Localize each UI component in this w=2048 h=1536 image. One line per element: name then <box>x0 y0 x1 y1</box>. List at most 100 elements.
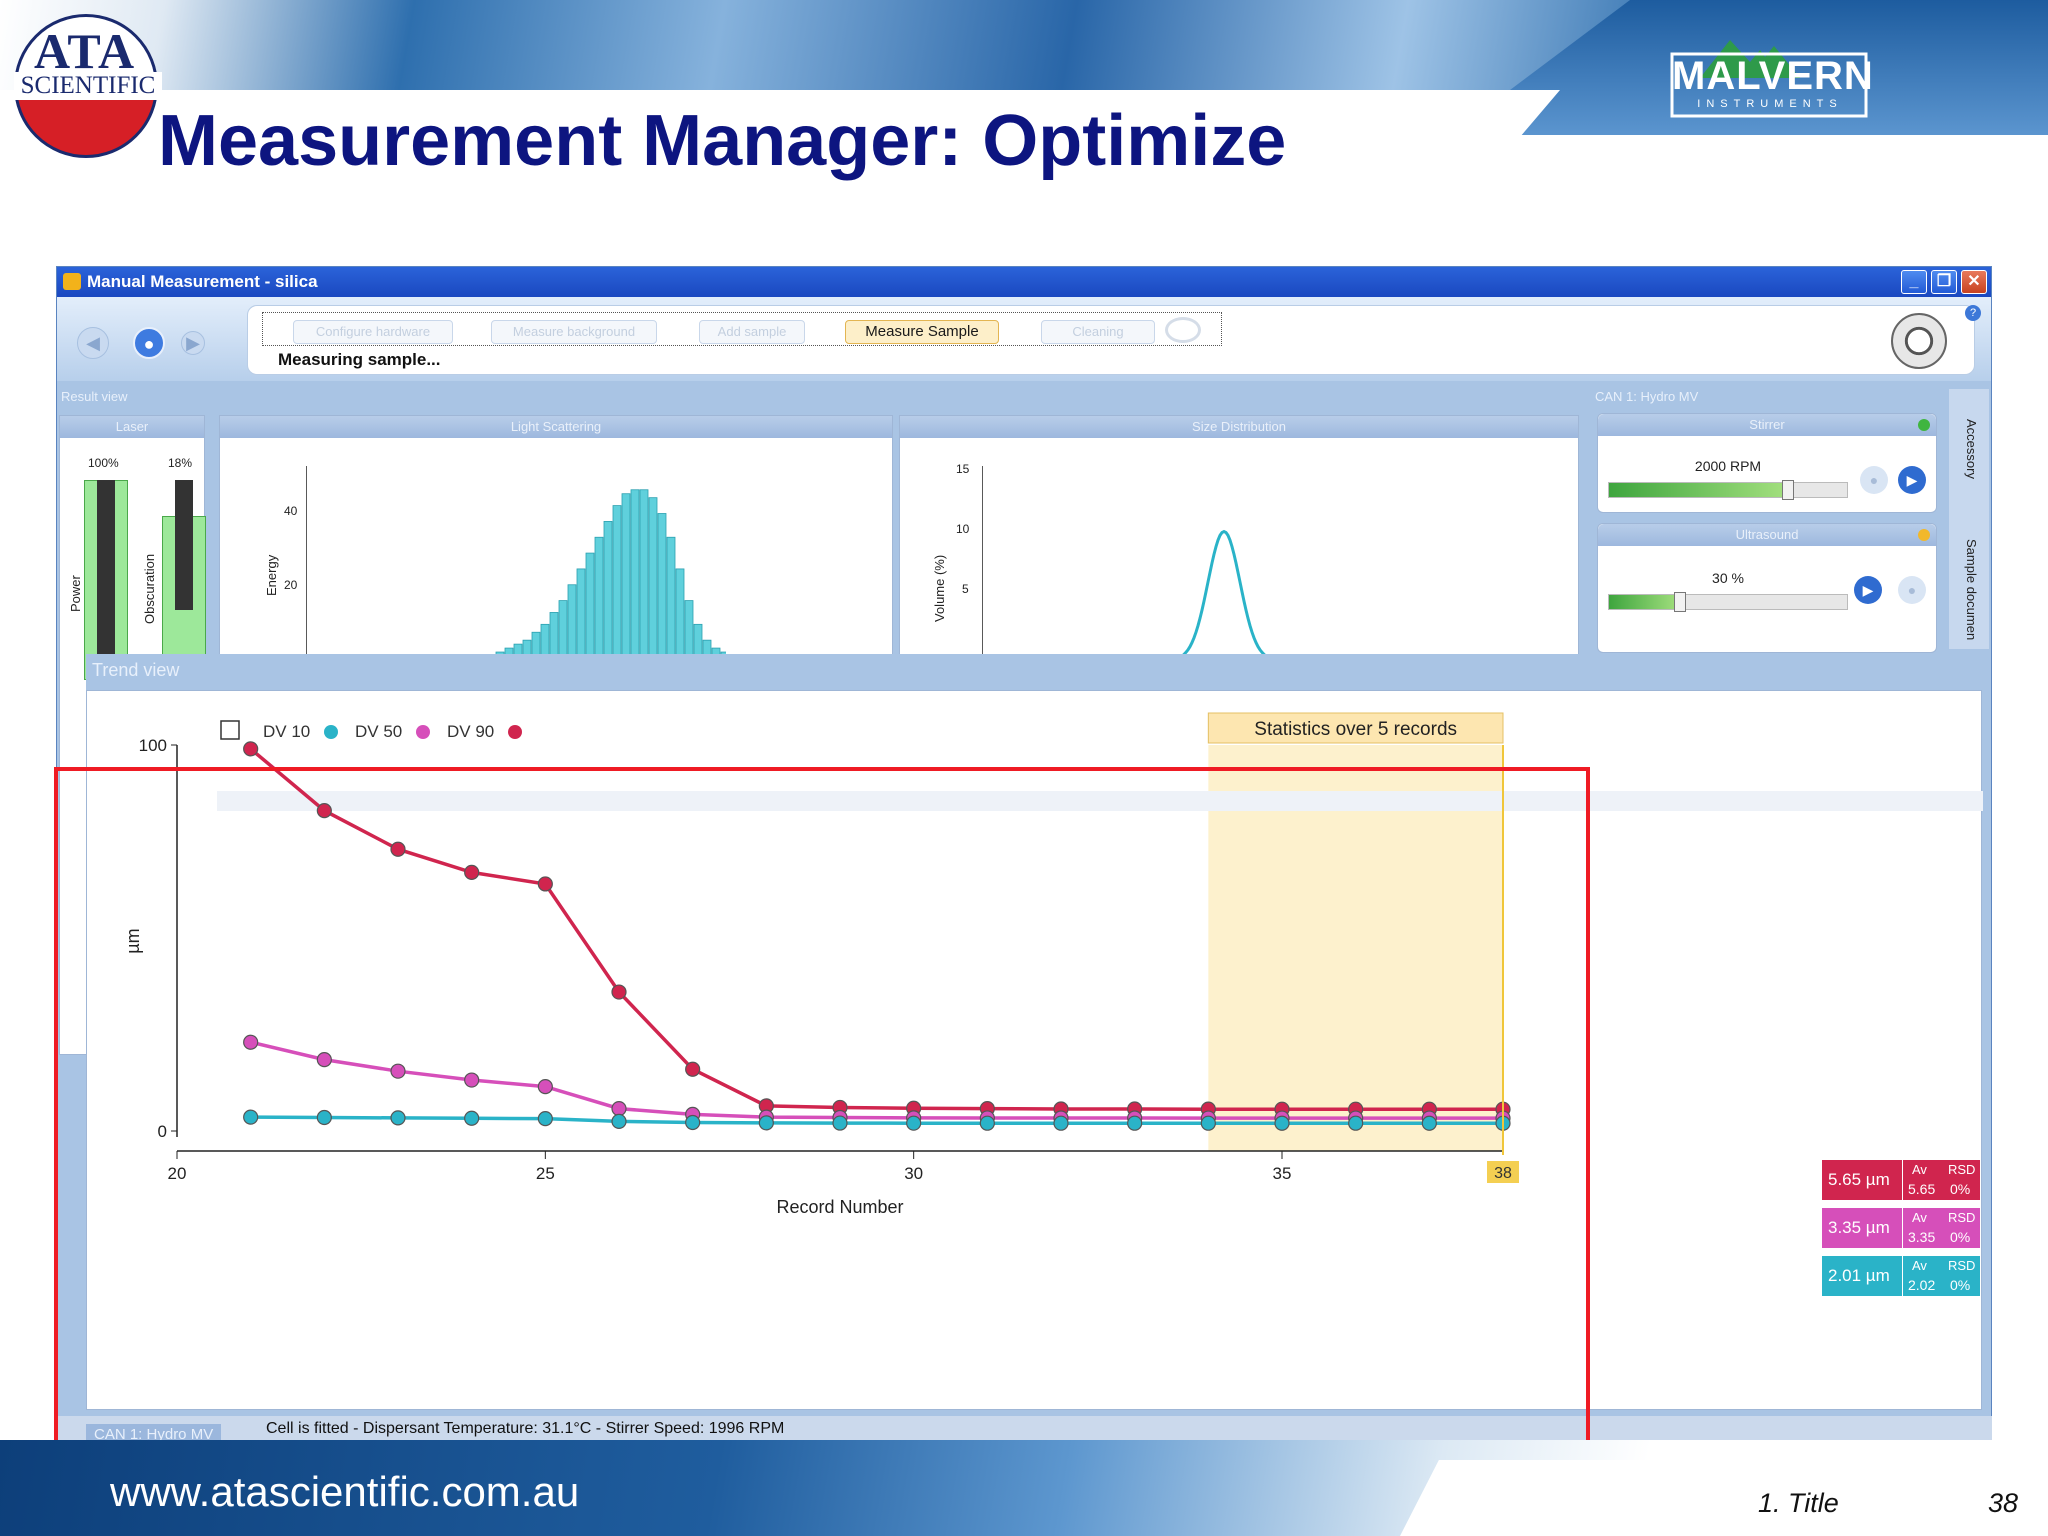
step-configure-hardware[interactable]: Configure hardware <box>293 320 453 344</box>
help-icon[interactable]: ? <box>1965 305 1981 321</box>
ultrasound-slider-thumb[interactable] <box>1674 592 1687 612</box>
light-scattering-bar <box>612 505 622 656</box>
ultrasound-box: Ultrasound 30 % ▶ ● <box>1597 523 1937 653</box>
readout-value: 3.35 µm <box>1828 1218 1890 1237</box>
ultrasound-slider[interactable] <box>1608 592 1848 612</box>
readout-rsd-value: 0% <box>1950 1181 1971 1197</box>
ultrasound-unit: % <box>1731 570 1744 586</box>
logo-scientific-text: SCIENTIFIC <box>14 72 162 100</box>
readout-av-label: Av <box>1912 1162 1927 1177</box>
ultrasound-stop-icon[interactable]: ● <box>1898 576 1926 604</box>
cell-panel-header: CAN 1: Hydro MV <box>1595 389 1699 404</box>
ultrasound-value-number: 30 <box>1712 570 1728 586</box>
light-scattering-bar <box>558 600 568 656</box>
window-title-bar[interactable]: Manual Measurement - silica _ ❐ ✕ <box>57 267 1991 297</box>
home-icon[interactable]: ● <box>133 327 165 359</box>
stirrer-start-icon[interactable]: ▶ <box>1898 466 1926 494</box>
slide: ATA SCIENTIFIC MALVERN INSTRUMENTS Measu… <box>0 0 2048 1536</box>
cell-control-panel: CAN 1: Hydro MV Stirrer 2000 RPM ● ▶ Ult… <box>1587 389 1987 659</box>
stirrer-slider-thumb[interactable] <box>1781 480 1794 500</box>
light-scattering-bar <box>540 623 550 656</box>
back-arrow-icon[interactable]: ◀ <box>77 327 109 359</box>
malvern-sub: INSTRUMENTS <box>1697 98 1843 110</box>
data-point <box>243 741 259 757</box>
stirrer-value-number: 2000 <box>1694 458 1727 474</box>
ultrasound-value: 30 % <box>1608 570 1848 586</box>
slide-title: Measurement Manager: Optimize <box>158 101 1287 181</box>
light-scattering-header: Light Scattering <box>220 416 892 438</box>
side-tabs: Accessory Sample documen <box>1949 389 1989 649</box>
accessory-tab[interactable]: Accessory <box>1964 419 1979 479</box>
wizard-toolbar: ◀ ● ▶ Configure hardware Measure backgro… <box>57 297 1991 381</box>
wizard-steps: Configure hardware Measure background Ad… <box>262 312 1222 346</box>
malvern-name: MALVERN <box>1672 54 1874 98</box>
readout-value: 5.65 µm <box>1828 1170 1890 1189</box>
stirrer-value: 2000 RPM <box>1608 458 1848 474</box>
light-scattering-bar <box>585 552 595 656</box>
readout-rsd-value: 0% <box>1950 1277 1971 1293</box>
minimize-button[interactable]: _ <box>1901 270 1927 294</box>
close-button[interactable]: ✕ <box>1961 270 1987 294</box>
readout-av-value: 2.02 <box>1908 1277 1936 1293</box>
legend-entry-swatch <box>508 725 522 739</box>
readout-badge: 3.35 µm Av RSD 3.35 0% <box>1821 1207 1981 1250</box>
refresh-icon[interactable] <box>1165 317 1201 343</box>
stirrer-stop-icon[interactable]: ● <box>1860 466 1888 494</box>
legend-entry-swatch <box>324 725 338 739</box>
wizard-panel: Configure hardware Measure background Ad… <box>247 305 1975 375</box>
power-bar-level <box>97 480 115 680</box>
statistics-label: Statistics over 5 records <box>1254 719 1457 740</box>
readout-rsd-label: RSD <box>1948 1258 1976 1273</box>
size-distribution-curve <box>1178 529 1270 656</box>
readout-rsd-label: RSD <box>1948 1162 1976 1177</box>
volume-tick-15: 15 <box>956 462 970 476</box>
stirrer-box: Stirrer 2000 RPM ● ▶ <box>1597 413 1937 513</box>
light-scattering-bar <box>567 584 577 656</box>
readout-badge: 5.65 µm Av RSD 5.65 0% <box>1821 1159 1981 1202</box>
light-scattering-pane: Light Scattering Energy 40 20 <box>219 415 893 656</box>
laser-header: Laser <box>60 416 204 438</box>
ultrasound-start-icon[interactable]: ▶ <box>1854 576 1882 604</box>
light-scattering-bar <box>630 489 640 656</box>
gauge-icon[interactable] <box>1891 313 1947 369</box>
stirrer-header: Stirrer <box>1598 414 1936 436</box>
readout-av-label: Av <box>1912 1210 1927 1225</box>
stirrer-unit: RPM <box>1729 458 1762 474</box>
power-percent: 100% <box>88 456 119 470</box>
stirrer-slider[interactable] <box>1608 480 1848 500</box>
footer-url: www.atascientific.com.au <box>110 1468 580 1515</box>
window-title: Manual Measurement - silica <box>87 272 318 291</box>
trend-view-label: Trend view <box>92 660 180 680</box>
light-scattering-bar <box>531 631 541 656</box>
step-measure-sample[interactable]: Measure Sample <box>845 320 999 344</box>
light-scattering-bar <box>639 489 649 656</box>
page-number: 38 <box>1988 1488 2019 1518</box>
step-add-sample[interactable]: Add sample <box>699 320 805 344</box>
sample-documentation-tab[interactable]: Sample documen <box>1964 539 1979 640</box>
light-scattering-chart <box>306 466 726 656</box>
volume-axis-label: Volume (%) <box>932 554 947 622</box>
light-scattering-bar <box>657 513 667 656</box>
collapse-legend-icon <box>220 720 240 740</box>
light-scattering-bar <box>549 612 559 656</box>
light-scattering-bar <box>693 623 703 656</box>
readout-av-value: 3.35 <box>1908 1229 1936 1245</box>
chart-legend: DV 10 DV 50 DV 90 <box>220 720 522 741</box>
readout-av-value: 5.65 <box>1908 1181 1936 1197</box>
readout-divider <box>1902 1256 1903 1298</box>
readout-badge: 2.01 µm Av RSD 2.02 0% <box>1821 1255 1981 1298</box>
step-cleaning[interactable]: Cleaning <box>1041 320 1155 344</box>
energy-axis-label: Energy <box>264 554 279 596</box>
ultrasound-header: Ultrasound <box>1598 524 1936 546</box>
legend-entry-swatch <box>416 725 430 739</box>
wizard-status: Measuring sample... <box>278 350 441 369</box>
step-measure-background[interactable]: Measure background <box>491 320 657 344</box>
footer-section: 1. Title <box>1758 1488 1839 1518</box>
legend-entry-label: DV 10 <box>263 722 310 741</box>
stirrer-status-icon <box>1918 419 1930 431</box>
restore-button[interactable]: ❐ <box>1931 270 1957 294</box>
forward-arrow-icon[interactable]: ▶ <box>181 331 205 355</box>
light-scattering-bar <box>621 493 631 656</box>
result-view-label: Result view <box>61 389 128 404</box>
volume-tick-5: 5 <box>962 582 969 596</box>
